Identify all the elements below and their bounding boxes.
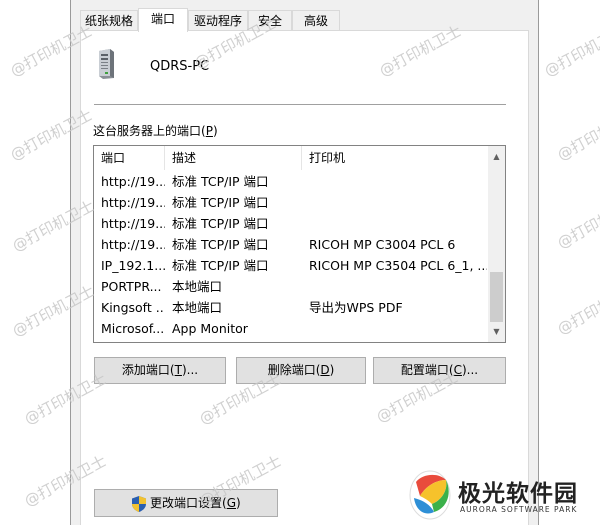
description-cell: 标准 TCP/IP 端口 <box>172 237 269 252</box>
delete-port-button[interactable]: 删除端口(D) <box>236 357 366 384</box>
printer-cell <box>302 276 487 297</box>
list-header: 端口 描述 打印机 <box>94 146 487 170</box>
dialog-frame-left <box>70 0 71 525</box>
printer-cell: 导出为WPS PDF <box>309 300 403 315</box>
port-cell: http://19... <box>101 195 165 210</box>
tab-drivers[interactable]: 驱动程序 <box>188 10 248 31</box>
add-port-hotkey: T <box>174 363 182 377</box>
port-cell: http://19... <box>101 237 165 252</box>
table-row[interactable]: PORTPR... 本地端口 <box>94 276 487 297</box>
printer-cell: RICOH MP C3004 PCL 6 <box>309 237 456 252</box>
brand-logo: 极光软件园 AURORA SOFTWARE PARK <box>408 468 600 525</box>
ports-list-label-hotkey: P <box>205 124 213 138</box>
description-cell: 标准 TCP/IP 端口 <box>172 174 269 189</box>
dialog-frame-right <box>538 0 539 525</box>
configure-port-suffix: )... <box>461 363 479 377</box>
delete-port-suffix: ) <box>329 363 335 377</box>
add-port-suffix: )... <box>181 363 199 377</box>
port-cell: Microsof... <box>101 321 165 336</box>
port-cell: http://19... <box>101 174 165 189</box>
change-port-settings-label: 更改端口设置(G) <box>150 490 241 516</box>
change-port-settings-suffix: ) <box>236 496 241 510</box>
description-cell: 标准 TCP/IP 端口 <box>172 258 269 273</box>
watermark: @打印机卫士 <box>554 193 600 253</box>
printer-cell <box>302 171 487 192</box>
vertical-scrollbar[interactable]: ▲ ▼ <box>488 146 505 342</box>
description-cell: 本地端口 <box>172 279 223 294</box>
description-cell: 标准 TCP/IP 端口 <box>172 195 269 210</box>
tab-security[interactable]: 安全 <box>248 10 292 31</box>
scroll-down-arrow-icon[interactable]: ▼ <box>488 323 505 340</box>
table-row[interactable]: IP_192.1... 标准 TCP/IP 端口 RICOH MP C3504 … <box>94 255 487 276</box>
ports-list-label: 这台服务器上的端口(P) <box>93 122 218 139</box>
watermark: @打印机卫士 <box>541 21 600 81</box>
watermark: @打印机卫士 <box>554 279 600 339</box>
change-port-settings-text: 更改端口设置( <box>150 496 227 510</box>
column-header-port[interactable]: 端口 <box>94 146 165 170</box>
configure-port-label: 配置端口( <box>400 363 454 377</box>
configure-port-button[interactable]: 配置端口(C)... <box>373 357 506 384</box>
description-cell: 本地端口 <box>172 300 223 315</box>
watermark: @打印机卫士 <box>554 105 600 165</box>
column-header-printer[interactable]: 打印机 <box>302 146 487 170</box>
table-row[interactable]: Kingsoft ... 本地端口 导出为WPS PDF <box>94 297 487 318</box>
printer-cell <box>302 213 487 234</box>
delete-port-label: 删除端口( <box>267 363 321 377</box>
table-row[interactable]: http://19... 标准 TCP/IP 端口 <box>94 192 487 213</box>
column-header-description[interactable]: 描述 <box>165 146 302 170</box>
table-row[interactable]: Microsof... App Monitor <box>94 318 487 339</box>
port-cell: Kingsoft ... <box>101 300 165 315</box>
table-row[interactable]: http://19... 标准 TCP/IP 端口 <box>94 213 487 234</box>
table-row[interactable]: http://19... 标准 TCP/IP 端口 <box>94 171 487 192</box>
delete-port-hotkey: D <box>320 363 330 377</box>
add-port-label: 添加端口( <box>121 363 175 377</box>
tab-paper-size[interactable]: 纸张规格 <box>80 10 138 31</box>
table-row[interactable]: http://19... 标准 TCP/IP 端口 RICOH MP C3004… <box>94 234 487 255</box>
configure-port-hotkey: C <box>453 363 462 377</box>
port-cell: PORTPR... <box>101 279 162 294</box>
printer-cell <box>302 318 487 339</box>
uac-shield-icon <box>132 495 146 512</box>
scroll-up-arrow-icon[interactable]: ▲ <box>488 148 505 165</box>
add-port-button[interactable]: 添加端口(T)... <box>94 357 226 384</box>
description-cell: 标准 TCP/IP 端口 <box>172 216 269 231</box>
port-cell: http://19... <box>101 216 165 231</box>
brand-subtitle: AURORA SOFTWARE PARK <box>460 505 578 514</box>
tab-ports[interactable]: 端口 <box>138 8 188 32</box>
divider <box>94 104 506 105</box>
aurora-logo-icon <box>409 470 451 520</box>
server-computer-icon <box>96 48 116 80</box>
ports-list-label-close: ) <box>212 124 218 138</box>
ports-list[interactable]: 端口 描述 打印机 http://19... 标准 TCP/IP 端口 http… <box>93 145 506 343</box>
printer-cell <box>302 192 487 213</box>
port-cell: IP_192.1... <box>101 258 165 273</box>
scrollbar-thumb[interactable] <box>490 272 503 322</box>
change-port-settings-button[interactable]: 更改端口设置(G) <box>94 489 278 517</box>
tab-advanced[interactable]: 高级 <box>292 10 340 31</box>
printer-cell: RICOH MP C3504 PCL 6_1, ... <box>309 258 487 273</box>
description-cell: App Monitor <box>172 321 248 336</box>
change-port-settings-hotkey: G <box>226 496 236 510</box>
server-name: QDRS-PC <box>150 59 210 74</box>
ports-list-label-text: 这台服务器上的端口( <box>93 124 206 138</box>
brand-name: 极光软件园 <box>458 481 578 507</box>
